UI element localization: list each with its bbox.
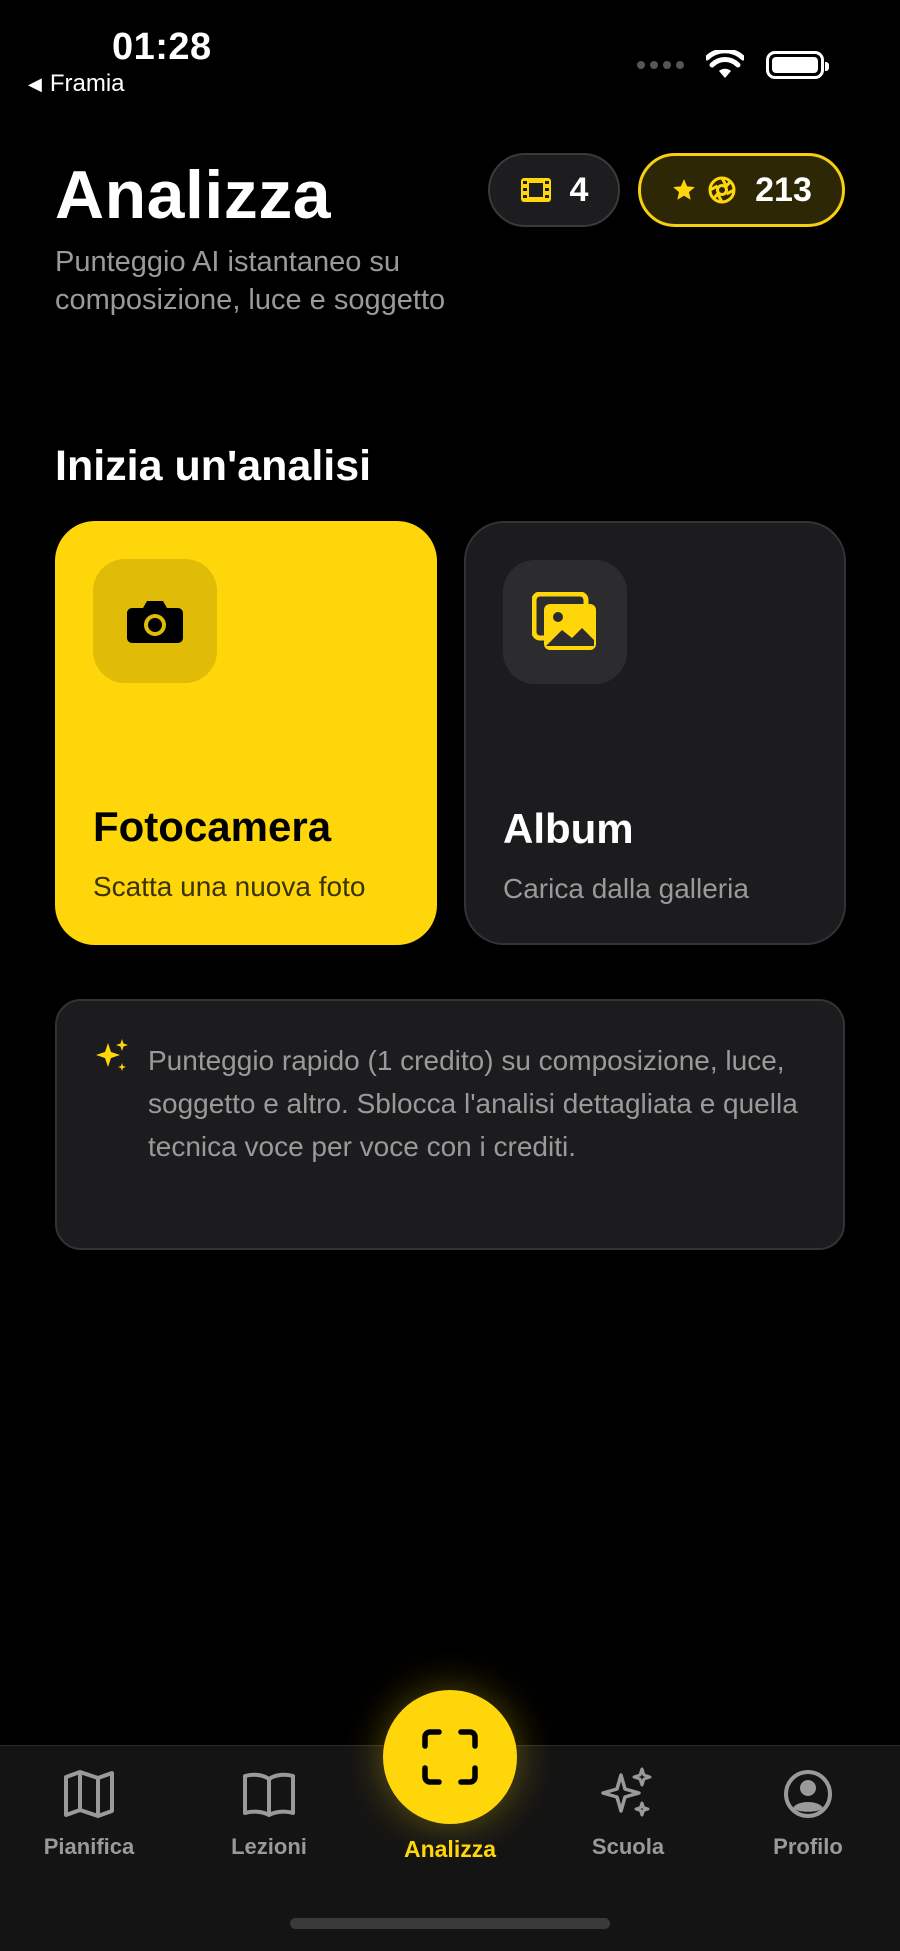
camera-card-title: Fotocamera xyxy=(93,803,332,850)
scan-icon xyxy=(422,1729,478,1785)
tab-profilo[interactable]: Profilo xyxy=(738,1764,878,1860)
album-card[interactable]: Album Carica dalla galleria xyxy=(464,521,846,945)
album-icon-box xyxy=(503,560,627,684)
camera-card[interactable]: Fotocamera Scatta una nuova foto xyxy=(55,521,437,945)
album-card-title: Album xyxy=(503,805,634,852)
film-icon xyxy=(520,178,551,202)
page-subtitle: Punteggio AI istantaneo su composizione,… xyxy=(55,246,446,316)
signal-icon xyxy=(637,61,684,69)
home-indicator xyxy=(290,1918,610,1929)
profile-icon xyxy=(784,1770,832,1818)
tab-scuola-label: Scuola xyxy=(591,1834,665,1859)
star-icon xyxy=(673,179,695,200)
back-app-label: Framia xyxy=(49,70,125,97)
tab-pianifica-label: Pianifica xyxy=(43,1834,135,1859)
film-count-badge[interactable]: 4 xyxy=(488,153,620,227)
tab-analizza-button[interactable] xyxy=(383,1690,517,1824)
sparkles-icon xyxy=(601,1767,652,1817)
info-text: Punteggio rapido (1 credito) su composiz… xyxy=(148,1045,798,1162)
sparkles-icon xyxy=(96,1039,128,1071)
camera-card-subtitle: Scatta una nuova foto xyxy=(93,871,366,902)
book-icon xyxy=(243,1772,295,1817)
aperture-icon xyxy=(708,176,736,204)
tab-profilo-label: Profilo xyxy=(773,1834,843,1859)
tab-scuola[interactable]: Scuola xyxy=(558,1764,698,1860)
page-title: Analizza xyxy=(55,157,332,233)
film-count: 4 xyxy=(569,170,589,209)
status-icons xyxy=(637,50,829,80)
credits-count: 213 xyxy=(755,170,812,209)
tab-lezioni-label: Lezioni xyxy=(231,1834,307,1859)
tab-pianifica[interactable]: Pianifica xyxy=(19,1764,159,1860)
tab-analizza-label: Analizza xyxy=(403,1836,497,1862)
section-title: Inizia un'analisi xyxy=(55,442,372,490)
battery-icon xyxy=(766,51,829,79)
camera-icon xyxy=(127,601,183,643)
status-time: 01:28 xyxy=(112,26,212,68)
back-triangle-icon: ◀ xyxy=(28,73,42,94)
album-card-subtitle: Carica dalla galleria xyxy=(503,873,749,904)
info-box: Punteggio rapido (1 credito) su composiz… xyxy=(55,999,845,1250)
map-icon xyxy=(64,1770,114,1818)
credits-badge[interactable]: 213 xyxy=(638,153,845,227)
photos-icon xyxy=(532,592,596,650)
wifi-icon xyxy=(706,50,744,78)
camera-icon-box xyxy=(93,559,217,683)
tab-lezioni[interactable]: Lezioni xyxy=(199,1764,339,1860)
back-to-app-link[interactable]: ◀ Framia xyxy=(28,70,125,98)
